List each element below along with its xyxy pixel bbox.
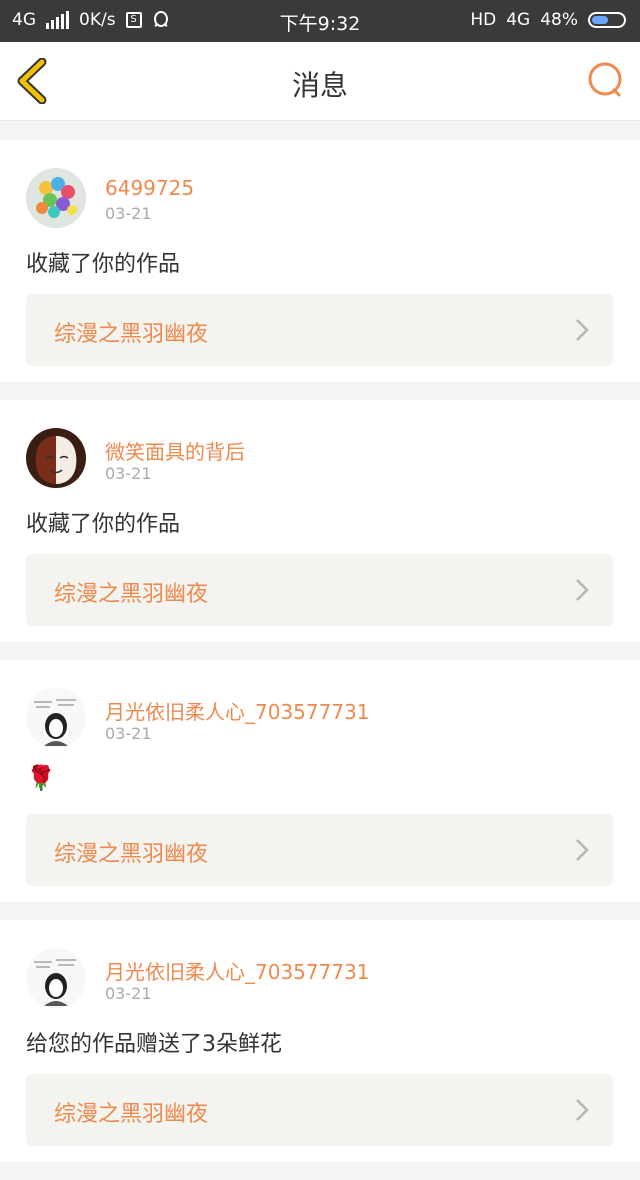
message-card: 6499725 03-21 收藏了你的作品 综漫之黑羽幽夜 [0,140,640,382]
work-title: 综漫之黑羽幽夜 [54,842,209,867]
avatar[interactable] [26,688,86,748]
avatar[interactable] [26,948,86,1008]
message-date: 03-21 [105,464,152,483]
top-nav-bar: 消息 [0,42,640,121]
work-link[interactable]: 综漫之黑羽幽夜 [26,554,613,626]
username[interactable]: 月光依旧柔人心_703577731 [105,696,370,725]
username[interactable]: 6499725 [105,176,194,200]
hd-label: HD [470,10,497,30]
message-date: 03-21 [105,724,152,743]
work-title: 综漫之黑羽幽夜 [54,1102,209,1127]
message-content: 给您的作品赠送了3朵鲜花 [26,1032,282,1057]
status-bar: 4G 0K/s S 下午9:32 HD 4G 48% [0,0,640,42]
message-list: 6499725 03-21 收藏了你的作品 综漫之黑羽幽夜 微笑面具的背后 03… [0,140,640,1180]
battery-percent: 48% [540,10,578,30]
message-content: 收藏了你的作品 [26,252,181,277]
work-title: 综漫之黑羽幽夜 [54,322,209,347]
battery-icon [588,12,626,28]
message-date: 03-21 [105,984,152,1003]
avatar[interactable] [26,428,86,488]
chevron-right-icon [576,839,589,861]
message-card: 月光依旧柔人心_703577731 03-21 给您的作品赠送了3朵鲜花 综漫之… [0,920,640,1162]
work-link[interactable]: 综漫之黑羽幽夜 [26,294,613,366]
work-link[interactable]: 综漫之黑羽幽夜 [26,814,613,886]
chevron-right-icon [576,1099,589,1121]
username[interactable]: 微笑面具的背后 [105,436,245,465]
message-content: 🌹 [26,764,56,792]
message-date: 03-21 [105,204,152,223]
work-link[interactable]: 综漫之黑羽幽夜 [26,1074,613,1146]
work-title: 综漫之黑羽幽夜 [54,582,209,607]
network-label-right: 4G [506,10,531,30]
message-card: 月光依旧柔人心_703577731 03-21 🌹 综漫之黑羽幽夜 [0,660,640,902]
message-content: 收藏了你的作品 [26,512,181,537]
page-title: 消息 [291,69,348,102]
search-icon[interactable] [586,60,626,100]
message-card: 微笑面具的背后 03-21 收藏了你的作品 综漫之黑羽幽夜 [0,400,640,642]
chevron-right-icon [576,319,589,341]
username[interactable]: 月光依旧柔人心_703577731 [105,956,370,985]
avatar[interactable] [26,168,86,228]
chevron-right-icon [576,579,589,601]
